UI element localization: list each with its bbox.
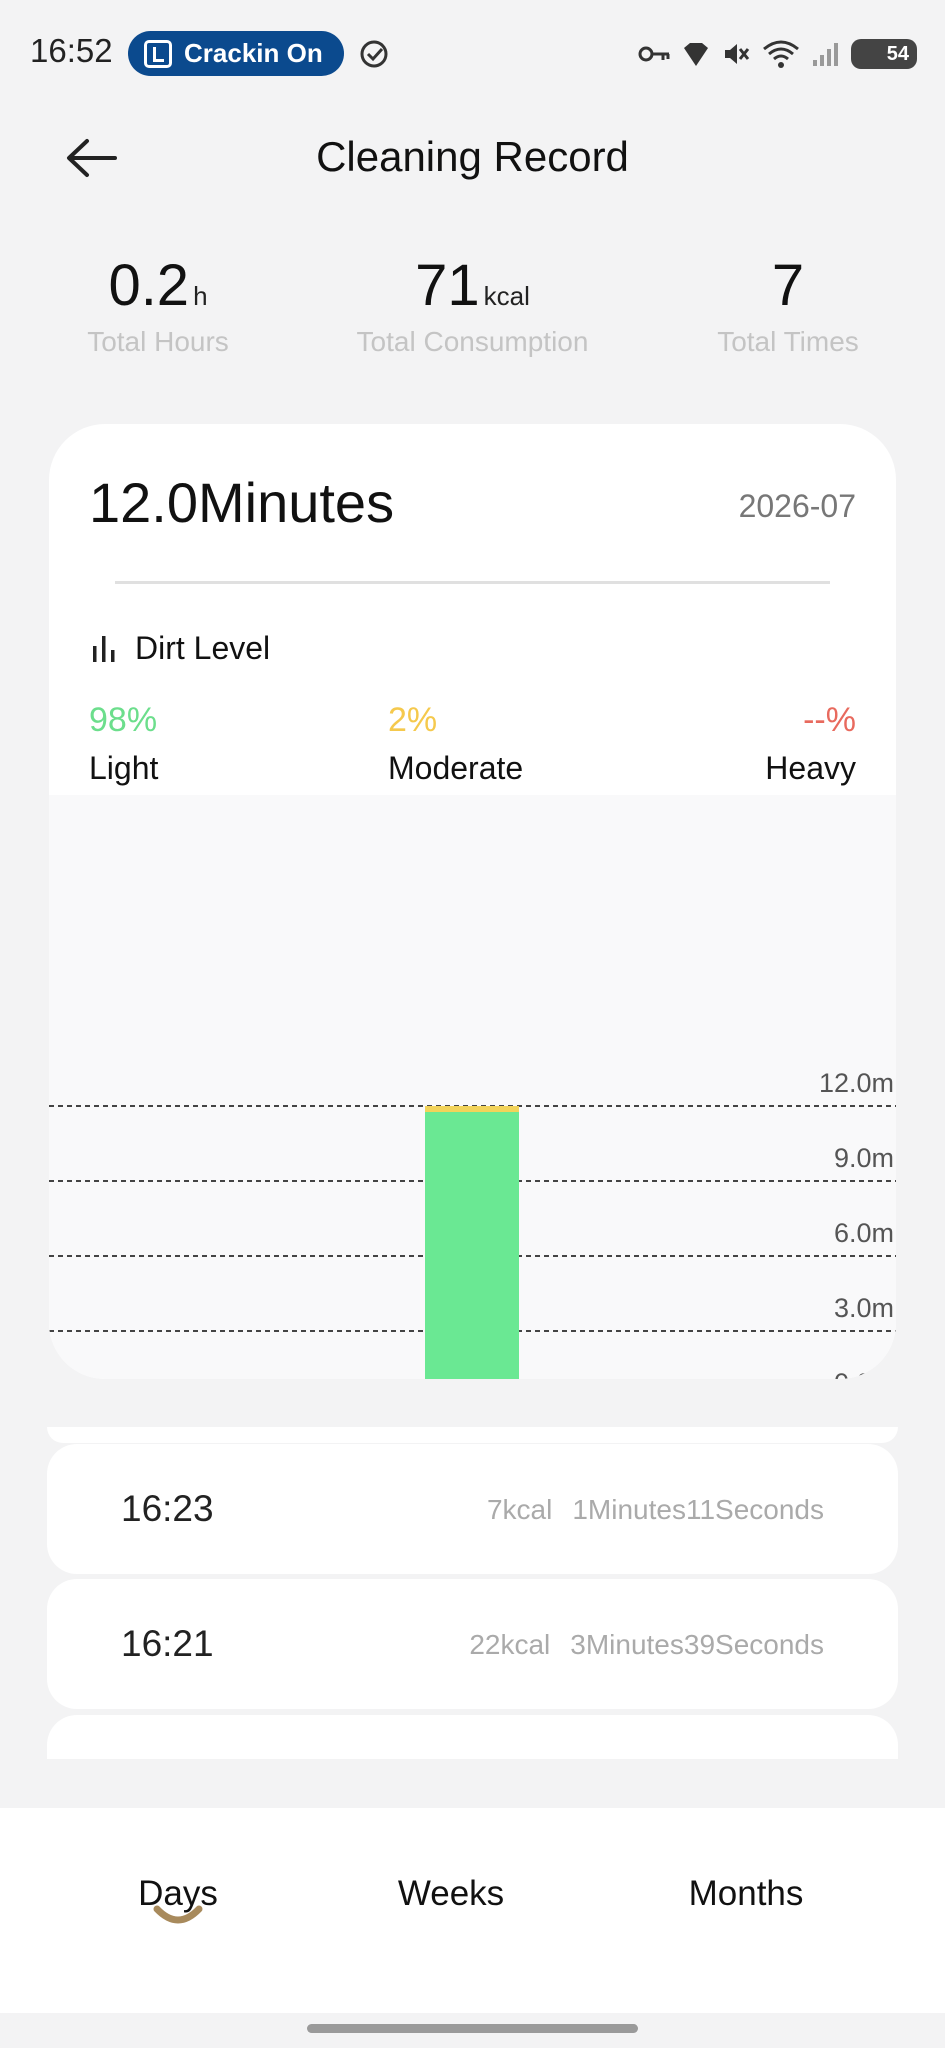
home-indicator[interactable] [307, 2024, 638, 2033]
total-times-value: 7 [771, 253, 805, 318]
dirt-level-heavy: --% Heavy [765, 698, 856, 787]
total-hours-value: 0.2 [108, 253, 190, 318]
check-circle-icon [360, 40, 388, 68]
record-meta: 7kcal 1Minutes11Seconds [487, 1494, 824, 1526]
y-tick-label: 12.0m [819, 1068, 894, 1098]
battery-level: 54 [886, 42, 909, 65]
total-hours-unit: h [193, 281, 208, 311]
y-tick-label: 0.0m [834, 1368, 894, 1379]
heavy-label: Heavy [765, 750, 856, 786]
status-bar: 16:52 Crackin On 54 [0, 0, 945, 108]
divider [115, 581, 830, 584]
record-time: 16:21 [121, 1623, 214, 1664]
light-label: Light [89, 750, 159, 786]
status-time: 16:52 [30, 32, 113, 69]
period-date[interactable]: 2026-07 [739, 488, 856, 525]
record-time: 16:23 [121, 1488, 214, 1529]
app-notification-icon [144, 39, 172, 68]
status-icons: 54 [637, 36, 917, 72]
y-tick-label: 6.0m [834, 1218, 894, 1248]
wifi-icon [763, 40, 799, 68]
record-row[interactable]: 16:23 7kcal 1Minutes11Seconds [47, 1444, 898, 1574]
bar-chart-icon [93, 635, 115, 662]
dirt-level-title: Dirt Level [91, 630, 270, 667]
tab-months[interactable]: Months [671, 1874, 821, 1914]
signal-icon [813, 43, 838, 66]
record-meta: 22kcal 3Minutes39Seconds [469, 1629, 824, 1661]
record-kcal: 7kcal [486, 1494, 553, 1525]
total-consumption-stat: 71 kcal Total Consumption [330, 250, 615, 358]
total-times-stat: 7 Total Times [670, 250, 906, 358]
bar-segment-moderate[interactable] [425, 1106, 519, 1112]
dirt-level-moderate: 2% Moderate [388, 698, 523, 787]
total-consumption-label: Total Consumption [356, 326, 589, 357]
mute-icon [725, 44, 750, 64]
page-title: Cleaning Record [316, 133, 629, 180]
battery-icon: 54 [851, 39, 917, 69]
moderate-percent: 2% [388, 701, 438, 739]
period-duration: 12.0Minutes [89, 471, 395, 534]
vpn-key-icon [638, 46, 670, 62]
data-saver-icon [684, 43, 708, 66]
notification-text: Crackin On [184, 38, 323, 68]
chart-area[interactable]: 0.0m3.0m6.0m9.0m12.0m17 [49, 795, 896, 1379]
tab-weeks[interactable]: Weeks [385, 1874, 517, 1914]
dirt-level-light: 98% Light [89, 698, 158, 787]
record-kcal: 22kcal [469, 1629, 551, 1660]
cleaning-chart-card: 12.0Minutes 2026-07 Dirt Level 98% Light… [49, 424, 896, 1379]
record-duration: 1Minutes11Seconds [572, 1494, 824, 1525]
total-hours-stat: 0.2 h Total Hours [40, 250, 276, 358]
notification-pill[interactable]: Crackin On [128, 31, 344, 76]
active-tab-indicator [153, 1905, 203, 1924]
total-consumption-unit: kcal [483, 281, 530, 311]
bar-chart: 0.0m3.0m6.0m9.0m12.0m17 [49, 1068, 896, 1379]
list-item-partial [47, 1427, 898, 1443]
light-percent: 98% [89, 701, 158, 739]
moderate-label: Moderate [388, 750, 524, 786]
period-tab-bar: Days Weeks Months [0, 1808, 945, 2013]
total-times-label: Total Times [717, 326, 859, 357]
y-tick-label: 9.0m [834, 1143, 894, 1173]
record-row[interactable]: 16:21 22kcal 3Minutes39Seconds [47, 1579, 898, 1709]
bar-segment-light[interactable] [425, 1112, 519, 1379]
total-hours-label: Total Hours [87, 326, 229, 357]
record-duration: 3Minutes39Seconds [570, 1629, 824, 1660]
dirt-level-label: Dirt Level [135, 630, 271, 666]
heavy-percent: --% [803, 701, 856, 739]
list-item-partial [47, 1715, 898, 1759]
y-tick-label: 3.0m [834, 1293, 894, 1323]
total-consumption-value: 71 [415, 253, 480, 318]
